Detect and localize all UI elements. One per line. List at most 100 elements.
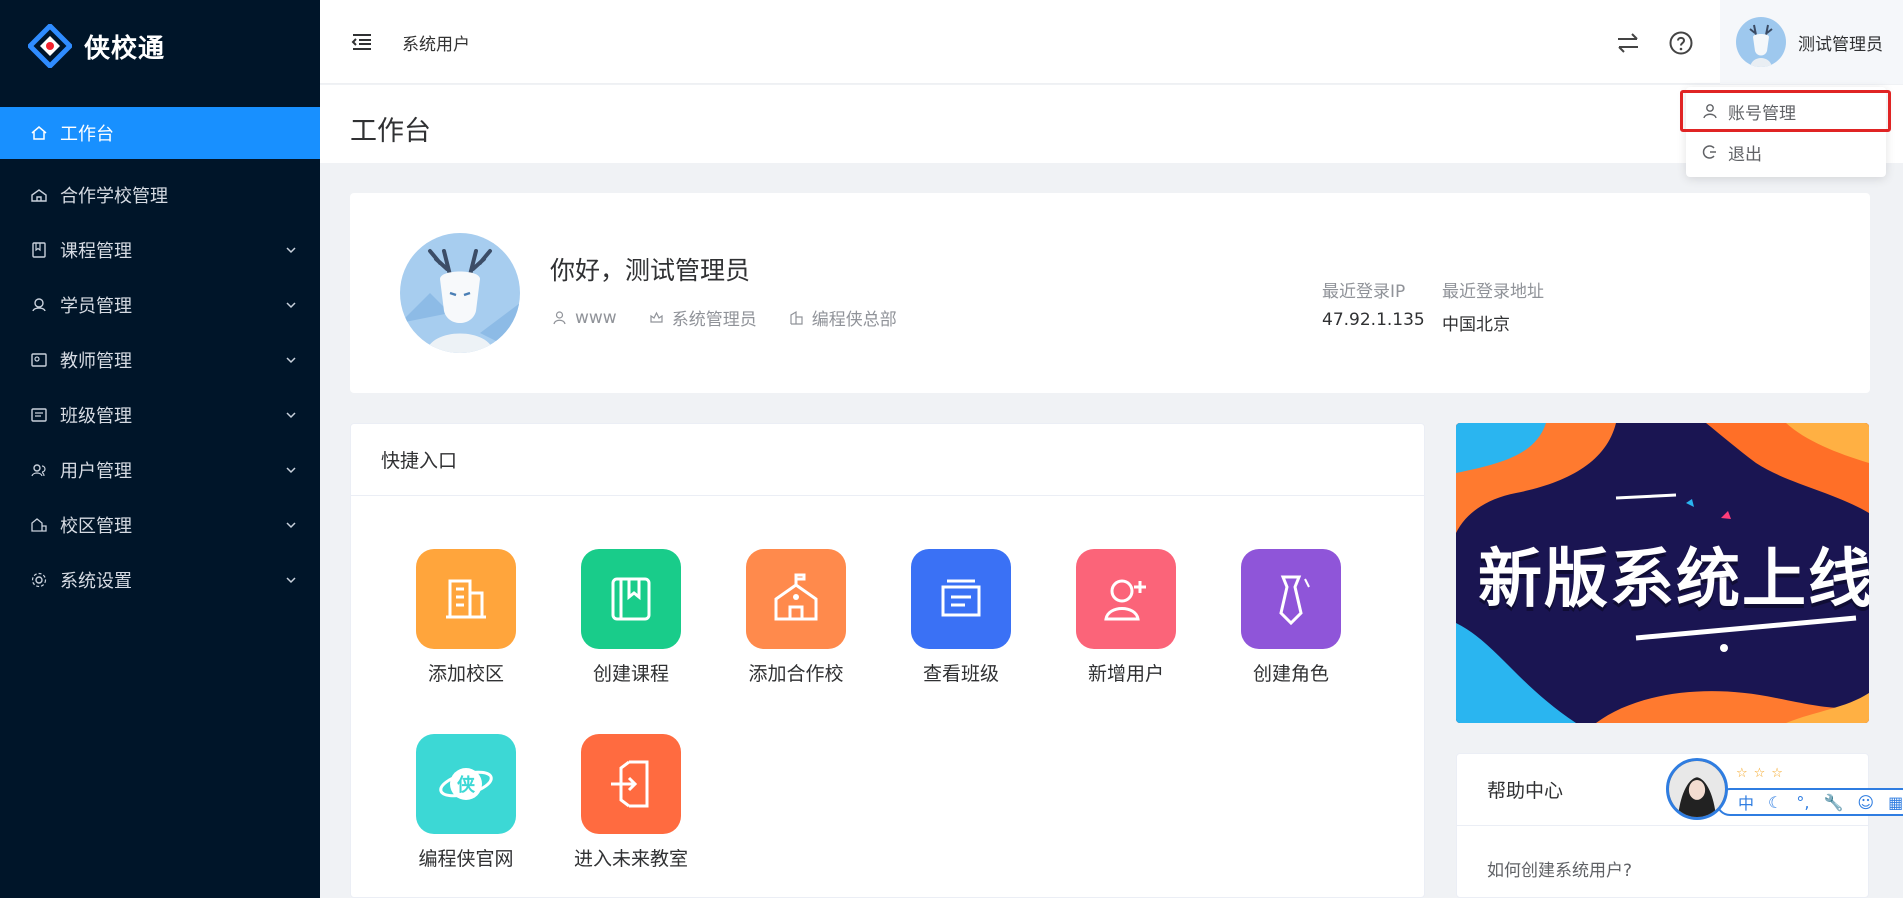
gear-icon xyxy=(30,571,48,589)
sidebar-item-partner-schools[interactable]: 合作学校管理 xyxy=(0,167,320,222)
sidebar-item-label: 系统设置 xyxy=(60,570,132,592)
sidebar-item-label: 校区管理 xyxy=(60,515,132,537)
org-info: 编程侠总部 xyxy=(789,305,897,330)
school-icon xyxy=(746,549,846,649)
sidebar-item-label: 班级管理 xyxy=(60,405,132,427)
logo-icon xyxy=(28,24,72,68)
quick-future-classroom[interactable]: 进入未来教室 xyxy=(561,734,701,871)
chevron-down-icon xyxy=(286,246,296,253)
sidebar-item-label: 学员管理 xyxy=(60,295,132,317)
quick-entry-label: 添加合作校 xyxy=(748,663,844,685)
users-icon xyxy=(30,461,48,479)
quick-entry-label: 创建课程 xyxy=(592,663,669,685)
last-login-ip: 最近登录IP 47.92.1.135 xyxy=(1322,277,1425,330)
quick-entry-label: 添加校区 xyxy=(427,663,504,685)
quick-entry-card: 快捷入口 添加校区 创建课程 添加合作校 查看班级 新增用户 创建角色 侠 编程… xyxy=(350,423,1425,898)
greeting: 你好，测试管理员 xyxy=(550,256,751,285)
quick-add-user[interactable]: 新增用户 xyxy=(1056,549,1196,686)
help-icon[interactable] xyxy=(1668,30,1694,56)
quick-entry-label: 新增用户 xyxy=(1087,663,1164,685)
quick-entry-label: 进入未来教室 xyxy=(573,848,688,870)
dropdown-item-label: 退出 xyxy=(1728,144,1762,165)
quick-create-role[interactable]: 创建角色 xyxy=(1221,549,1361,686)
emoji-icon[interactable]: ☺ xyxy=(1857,793,1874,812)
chevron-down-icon xyxy=(286,356,296,363)
board-icon xyxy=(911,549,1011,649)
last-login-address-value: 中国北京 xyxy=(1442,315,1510,335)
quick-official-site[interactable]: 侠 编程侠官网 xyxy=(396,734,536,871)
user-icon xyxy=(1703,104,1717,119)
campus-icon xyxy=(30,516,48,534)
chevron-down-icon xyxy=(286,466,296,473)
sidebar-item-label: 合作学校管理 xyxy=(60,185,168,207)
logout-icon xyxy=(1702,145,1716,159)
sidebar-item-classes[interactable]: 班级管理 xyxy=(0,387,320,442)
quick-create-course[interactable]: 创建课程 xyxy=(561,549,701,686)
sidebar-item-students[interactable]: 学员管理 xyxy=(0,277,320,332)
user-dropdown: 账号管理 退出 xyxy=(1680,87,1891,177)
sidebar-item-settings[interactable]: 系统设置 xyxy=(0,552,320,607)
moon-icon[interactable]: ☾ xyxy=(1768,793,1782,812)
role-info: 系统管理员 xyxy=(649,305,757,330)
account-name: www xyxy=(575,307,617,328)
ime-widget[interactable]: 中 ☾ °, 🔧 ☺ ▦ ☆☆☆ xyxy=(1666,758,1903,820)
sidebar-item-courses[interactable]: 课程管理 xyxy=(0,222,320,277)
book-icon xyxy=(581,549,681,649)
top-header: 系统用户 测试管理员 xyxy=(320,0,1903,84)
dropdown-item-label: 账号管理 xyxy=(1728,103,1796,124)
avatar xyxy=(1736,17,1786,67)
sidebar-item-campuses[interactable]: 校区管理 xyxy=(0,497,320,552)
grid-icon[interactable]: ▦ xyxy=(1888,793,1903,812)
punctuation-icon[interactable]: °, xyxy=(1796,793,1809,812)
logout-item[interactable]: 退出 xyxy=(1686,132,1886,172)
avatar xyxy=(400,233,520,353)
page-title: 工作台 xyxy=(350,116,431,147)
sidebar-item-label: 工作台 xyxy=(60,124,114,145)
home-icon xyxy=(30,124,48,142)
last-login-address: 最近登录地址 中国北京 xyxy=(1442,277,1544,335)
student-icon xyxy=(30,296,48,314)
ime-language-toggle[interactable]: 中 xyxy=(1738,790,1754,814)
org-name: 编程侠总部 xyxy=(811,310,897,330)
sidebar-item-label: 用户管理 xyxy=(60,460,132,482)
last-login-address-label: 最近登录地址 xyxy=(1442,282,1544,302)
sidebar-item-label: 教师管理 xyxy=(60,350,132,372)
role-name: 系统管理员 xyxy=(671,310,757,330)
teacher-icon xyxy=(30,351,48,369)
sidebar-item-label: 课程管理 xyxy=(60,240,132,262)
switch-icon[interactable] xyxy=(1615,30,1641,56)
app-name: 侠校通 xyxy=(84,33,166,64)
last-login-ip-value: 47.92.1.135 xyxy=(1322,310,1425,330)
chevron-down-icon xyxy=(286,521,296,528)
user-menu[interactable]: 测试管理员 xyxy=(1720,0,1903,84)
crown-icon xyxy=(650,311,663,323)
menu-fold-icon[interactable] xyxy=(350,30,374,54)
chevron-down-icon xyxy=(286,411,296,418)
quick-entry-title: 快捷入口 xyxy=(351,424,1424,496)
quick-view-classes[interactable]: 查看班级 xyxy=(891,549,1031,686)
quick-entry-label: 创建角色 xyxy=(1252,663,1329,685)
help-article-link[interactable]: 如何创建系统用户? xyxy=(1487,856,1632,881)
quick-entry-label: 编程侠官网 xyxy=(418,848,514,870)
building-icon xyxy=(416,549,516,649)
username: 测试管理员 xyxy=(1798,34,1883,55)
account-settings-item[interactable]: 账号管理 xyxy=(1680,90,1891,132)
book-icon xyxy=(30,241,48,259)
app-logo[interactable]: 侠校通 xyxy=(28,24,166,68)
building-icon xyxy=(790,310,803,325)
school-icon xyxy=(30,186,48,204)
sidebar-item-teachers[interactable]: 教师管理 xyxy=(0,332,320,387)
wrench-icon[interactable]: 🔧 xyxy=(1823,793,1843,812)
enter-icon xyxy=(581,734,681,834)
banner-text: 新版系统上线 xyxy=(1478,543,1869,617)
last-login-ip-label: 最近登录IP xyxy=(1322,282,1406,302)
quick-add-partner-school[interactable]: 添加合作校 xyxy=(726,549,866,686)
ime-toolbar[interactable]: 中 ☾ °, 🔧 ☺ ▦ xyxy=(1716,788,1903,816)
user-meta: www 系统管理员 编程侠总部 xyxy=(552,305,897,330)
sidebar-item-users[interactable]: 用户管理 xyxy=(0,442,320,497)
account-info: www xyxy=(552,305,617,330)
quick-add-campus[interactable]: 添加校区 xyxy=(396,549,536,686)
sidebar-item-dashboard[interactable]: 工作台 xyxy=(0,107,320,159)
breadcrumb[interactable]: 系统用户 xyxy=(402,30,470,55)
promo-banner[interactable]: 新版系统上线 xyxy=(1456,423,1869,723)
